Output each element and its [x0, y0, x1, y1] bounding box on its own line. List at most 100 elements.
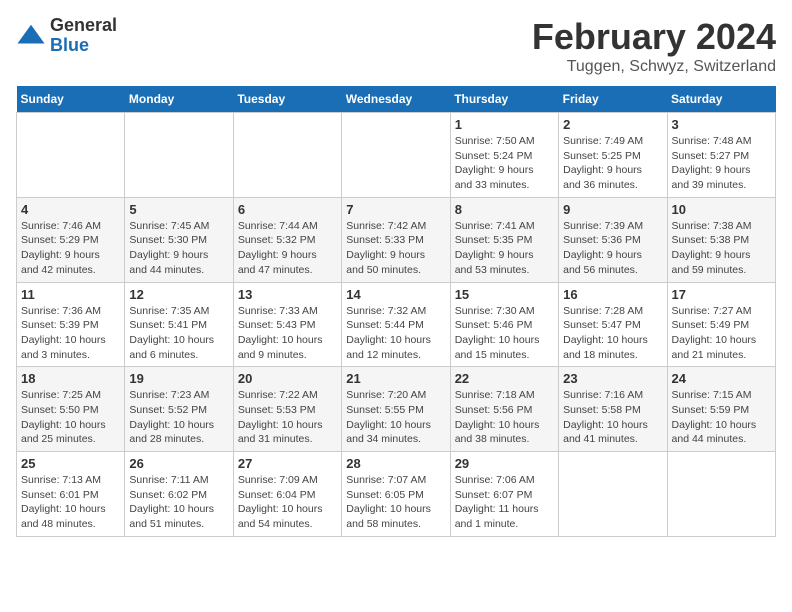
calendar-cell: 27 Sunrise: 7:09 AM Sunset: 6:04 PM Dayli… [233, 452, 341, 537]
day-info: Sunrise: 7:27 AM Sunset: 5:49 PM Dayligh… [672, 304, 771, 363]
logo-icon [16, 21, 46, 51]
calendar-cell [667, 452, 775, 537]
calendar-cell [17, 113, 125, 198]
calendar-cell: 16 Sunrise: 7:28 AM Sunset: 5:47 PM Dayli… [559, 282, 667, 367]
day-number: 14 [346, 287, 445, 302]
day-info: Sunrise: 7:33 AM Sunset: 5:43 PM Dayligh… [238, 304, 337, 363]
calendar-cell: 23Sunrise: 7:16 AM Sunset: 5:58 PM Dayli… [559, 367, 667, 452]
day-number: 19 [129, 371, 228, 386]
day-number: 10 [672, 202, 771, 217]
day-number: 5 [129, 202, 228, 217]
calendar-week-row: 1 Sunrise: 7:50 AM Sunset: 5:24 PM Daylig… [17, 113, 776, 198]
calendar-cell: 26 Sunrise: 7:11 AM Sunset: 6:02 PM Dayli… [125, 452, 233, 537]
day-number: 3 [672, 117, 771, 132]
day-number: 26 [129, 456, 228, 471]
calendar-week-row: 18Sunrise: 7:25 AM Sunset: 5:50 PM Dayli… [17, 367, 776, 452]
calendar-cell: 13 Sunrise: 7:33 AM Sunset: 5:43 PM Dayli… [233, 282, 341, 367]
day-number: 13 [238, 287, 337, 302]
day-number: 4 [21, 202, 120, 217]
day-info: Sunrise: 7:39 AM Sunset: 5:36 PM Dayligh… [563, 219, 662, 278]
day-number: 7 [346, 202, 445, 217]
day-number: 25 [21, 456, 120, 471]
title-area: February 2024 Tuggen, Schwyz, Switzerlan… [532, 16, 776, 76]
day-info: Sunrise: 7:06 AM Sunset: 6:07 PM Dayligh… [455, 473, 554, 532]
day-info: Sunrise: 7:49 AM Sunset: 5:25 PM Dayligh… [563, 134, 662, 193]
calendar-cell [559, 452, 667, 537]
day-number: 15 [455, 287, 554, 302]
calendar-cell: 12Sunrise: 7:35 AM Sunset: 5:41 PM Dayli… [125, 282, 233, 367]
calendar-day-header: Thursday [450, 86, 558, 113]
day-number: 2 [563, 117, 662, 132]
day-info: Sunrise: 7:42 AM Sunset: 5:33 PM Dayligh… [346, 219, 445, 278]
calendar-week-row: 4 Sunrise: 7:46 AM Sunset: 5:29 PM Daylig… [17, 197, 776, 282]
calendar-cell: 11 Sunrise: 7:36 AM Sunset: 5:39 PM Dayli… [17, 282, 125, 367]
day-number: 11 [21, 287, 120, 302]
calendar-cell: 1 Sunrise: 7:50 AM Sunset: 5:24 PM Daylig… [450, 113, 558, 198]
calendar-day-header: Monday [125, 86, 233, 113]
calendar-cell: 15 Sunrise: 7:30 AM Sunset: 5:46 PM Dayli… [450, 282, 558, 367]
calendar-cell: 2 Sunrise: 7:49 AM Sunset: 5:25 PM Daylig… [559, 113, 667, 198]
calendar-cell: 3 Sunrise: 7:48 AM Sunset: 5:27 PM Daylig… [667, 113, 775, 198]
calendar-cell [342, 113, 450, 198]
calendar-cell [233, 113, 341, 198]
day-info: Sunrise: 7:45 AM Sunset: 5:30 PM Dayligh… [129, 219, 228, 278]
day-info: Sunrise: 7:44 AM Sunset: 5:32 PM Dayligh… [238, 219, 337, 278]
calendar-cell: 14 Sunrise: 7:32 AM Sunset: 5:44 PM Dayli… [342, 282, 450, 367]
day-info: Sunrise: 7:28 AM Sunset: 5:47 PM Dayligh… [563, 304, 662, 363]
day-info: Sunrise: 7:11 AM Sunset: 6:02 PM Dayligh… [129, 473, 228, 532]
calendar-cell: 7 Sunrise: 7:42 AM Sunset: 5:33 PM Daylig… [342, 197, 450, 282]
calendar-cell: 4 Sunrise: 7:46 AM Sunset: 5:29 PM Daylig… [17, 197, 125, 282]
calendar-cell: 21Sunrise: 7:20 AM Sunset: 5:55 PM Dayli… [342, 367, 450, 452]
day-number: 29 [455, 456, 554, 471]
calendar-cell: 18Sunrise: 7:25 AM Sunset: 5:50 PM Dayli… [17, 367, 125, 452]
day-number: 16 [563, 287, 662, 302]
day-info: Sunrise: 7:48 AM Sunset: 5:27 PM Dayligh… [672, 134, 771, 193]
day-info: Sunrise: 7:16 AM Sunset: 5:58 PM Dayligh… [563, 388, 662, 447]
logo: General Blue [16, 16, 117, 56]
calendar-table: SundayMondayTuesdayWednesdayThursdayFrid… [16, 86, 776, 537]
day-info: Sunrise: 7:41 AM Sunset: 5:35 PM Dayligh… [455, 219, 554, 278]
calendar-week-row: 11 Sunrise: 7:36 AM Sunset: 5:39 PM Dayli… [17, 282, 776, 367]
logo-general: General [50, 16, 117, 36]
day-info: Sunrise: 7:23 AM Sunset: 5:52 PM Dayligh… [129, 388, 228, 447]
page-header: General Blue February 2024 Tuggen, Schwy… [16, 16, 776, 76]
calendar-day-header: Friday [559, 86, 667, 113]
main-title: February 2024 [532, 16, 776, 58]
calendar-day-header: Saturday [667, 86, 775, 113]
subtitle: Tuggen, Schwyz, Switzerland [532, 58, 776, 76]
calendar-week-row: 25 Sunrise: 7:13 AM Sunset: 6:01 PM Dayli… [17, 452, 776, 537]
calendar-cell: 28 Sunrise: 7:07 AM Sunset: 6:05 PM Dayli… [342, 452, 450, 537]
calendar-cell: 5 Sunrise: 7:45 AM Sunset: 5:30 PM Daylig… [125, 197, 233, 282]
day-info: Sunrise: 7:46 AM Sunset: 5:29 PM Dayligh… [21, 219, 120, 278]
day-info: Sunrise: 7:50 AM Sunset: 5:24 PM Dayligh… [455, 134, 554, 193]
calendar-cell: 19 Sunrise: 7:23 AM Sunset: 5:52 PM Dayli… [125, 367, 233, 452]
day-number: 8 [455, 202, 554, 217]
day-number: 28 [346, 456, 445, 471]
day-info: Sunrise: 7:32 AM Sunset: 5:44 PM Dayligh… [346, 304, 445, 363]
calendar-cell: 17 Sunrise: 7:27 AM Sunset: 5:49 PM Dayli… [667, 282, 775, 367]
day-info: Sunrise: 7:18 AM Sunset: 5:56 PM Dayligh… [455, 388, 554, 447]
day-info: Sunrise: 7:22 AM Sunset: 5:53 PM Dayligh… [238, 388, 337, 447]
day-number: 6 [238, 202, 337, 217]
day-number: 21 [346, 371, 445, 386]
day-info: Sunrise: 7:15 AM Sunset: 5:59 PM Dayligh… [672, 388, 771, 447]
day-number: 17 [672, 287, 771, 302]
day-number: 27 [238, 456, 337, 471]
day-info: Sunrise: 7:35 AM Sunset: 5:41 PM Dayligh… [129, 304, 228, 363]
calendar-cell: 6 Sunrise: 7:44 AM Sunset: 5:32 PM Daylig… [233, 197, 341, 282]
calendar-cell: 29 Sunrise: 7:06 AM Sunset: 6:07 PM Dayli… [450, 452, 558, 537]
day-info: Sunrise: 7:07 AM Sunset: 6:05 PM Dayligh… [346, 473, 445, 532]
day-info: Sunrise: 7:36 AM Sunset: 5:39 PM Dayligh… [21, 304, 120, 363]
day-number: 20 [238, 371, 337, 386]
day-info: Sunrise: 7:13 AM Sunset: 6:01 PM Dayligh… [21, 473, 120, 532]
day-number: 22 [455, 371, 554, 386]
day-info: Sunrise: 7:09 AM Sunset: 6:04 PM Dayligh… [238, 473, 337, 532]
calendar-cell: 10Sunrise: 7:38 AM Sunset: 5:38 PM Dayli… [667, 197, 775, 282]
calendar-cell: 24Sunrise: 7:15 AM Sunset: 5:59 PM Dayli… [667, 367, 775, 452]
day-number: 1 [455, 117, 554, 132]
calendar-cell: 8 Sunrise: 7:41 AM Sunset: 5:35 PM Daylig… [450, 197, 558, 282]
logo-text: General Blue [50, 16, 117, 56]
calendar-day-header: Tuesday [233, 86, 341, 113]
day-info: Sunrise: 7:30 AM Sunset: 5:46 PM Dayligh… [455, 304, 554, 363]
day-number: 9 [563, 202, 662, 217]
